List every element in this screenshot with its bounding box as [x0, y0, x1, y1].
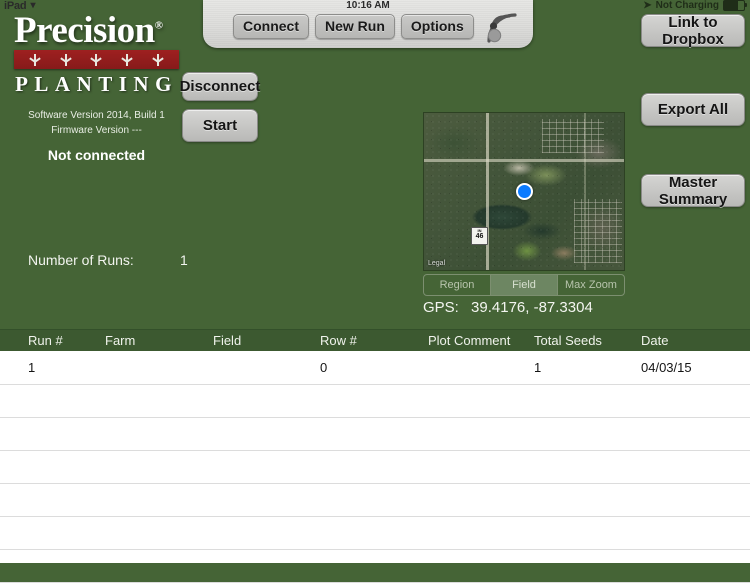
table-row[interactable]: 1 0 1 04/03/15 [0, 351, 750, 385]
column-header-farm: Farm [105, 333, 136, 348]
column-header-date: Date [641, 333, 669, 348]
version-info: Software Version 2014, Build 1 Firmware … [14, 108, 179, 138]
map-zoom-segmented-control[interactable]: Region Field Max Zoom [423, 274, 625, 296]
signal-strength-icon [487, 13, 517, 43]
map-attribution-label: Legal [428, 260, 446, 267]
column-header-run: Run # [28, 333, 63, 348]
column-header-field: Field [213, 333, 242, 348]
sprout-icon [27, 53, 43, 66]
route-marker-number: 46 [475, 233, 484, 240]
new-run-button[interactable]: New Run [315, 14, 395, 40]
brand-logo: Precision® PLANTING Software Version 201… [14, 10, 179, 163]
disconnect-button[interactable]: Disconnect [180, 72, 260, 101]
top-toolbar: 10:16 AM Connect New Run Options [203, 0, 533, 48]
cell-date: 04/03/15 [641, 360, 692, 375]
cell-row: 0 [320, 360, 328, 375]
master-summary-button[interactable]: Master Summary [641, 174, 745, 208]
number-of-runs-value: 1 [180, 252, 188, 268]
sprout-icon [88, 53, 104, 66]
brand-wordmark: Precision® [14, 10, 179, 51]
firmware-version-label: Firmware Version --- [51, 124, 142, 136]
runs-table-body: 1 0 1 04/03/15 [0, 351, 750, 583]
segment-region[interactable]: Region [424, 275, 491, 295]
brand-subtitle: PLANTING [15, 71, 178, 96]
sprout-icon [58, 53, 74, 66]
options-button[interactable]: Options [400, 14, 474, 40]
table-row[interactable] [0, 483, 750, 517]
cell-run: 1 [28, 360, 36, 375]
toolbar-button-group: Connect New Run Options [233, 14, 474, 40]
column-header-total-seeds: Total Seeds [534, 333, 602, 348]
link-to-dropbox-button[interactable]: Link to Dropbox [641, 14, 745, 48]
status-bar-right: ➤ Not Charging [643, 0, 747, 11]
segment-field[interactable]: Field [491, 275, 558, 295]
cell-total-seeds: 1 [534, 360, 542, 375]
location-map[interactable]: IN 46 Legal [423, 112, 625, 271]
column-header-row: Row # [320, 333, 357, 348]
number-of-runs-row: Number of Runs: 1 [28, 252, 188, 268]
number-of-runs-label: Number of Runs: [28, 252, 134, 268]
battery-icon [723, 0, 747, 11]
export-all-button[interactable]: Export All [641, 93, 745, 126]
sprout-icon [150, 53, 166, 66]
connect-button[interactable]: Connect [233, 14, 309, 40]
table-row[interactable] [0, 516, 750, 550]
column-header-plot-comment: Plot Comment [428, 333, 511, 348]
route-marker-icon: IN 46 [471, 227, 488, 245]
software-version-label: Software Version 2014, Build 1 [28, 109, 165, 121]
gps-label: GPS: [423, 299, 459, 316]
table-row[interactable] [0, 417, 750, 451]
table-row[interactable] [0, 384, 750, 418]
table-row[interactable] [0, 450, 750, 484]
table-row[interactable] [0, 549, 750, 583]
start-button[interactable]: Start [182, 109, 258, 142]
current-location-dot [516, 183, 533, 200]
charging-status-label: Not Charging [655, 0, 719, 11]
sprout-icon [119, 53, 135, 66]
brand-wordmark-text: Precision [14, 10, 155, 51]
runs-table-header: Run # Farm Field Row # Plot Comment Tota… [0, 329, 750, 353]
segment-max-zoom[interactable]: Max Zoom [558, 275, 624, 295]
gps-value: 39.4176, -87.3304 [471, 299, 593, 316]
map-satellite-imagery: IN 46 Legal [424, 113, 624, 270]
brand-sprout-bar [14, 49, 179, 69]
gps-coordinates-row: GPS: 39.4176, -87.3304 [423, 299, 593, 316]
registered-mark: ® [154, 19, 163, 32]
connection-status-label: Not connected [47, 146, 146, 163]
location-arrow-icon: ➤ [643, 0, 652, 11]
